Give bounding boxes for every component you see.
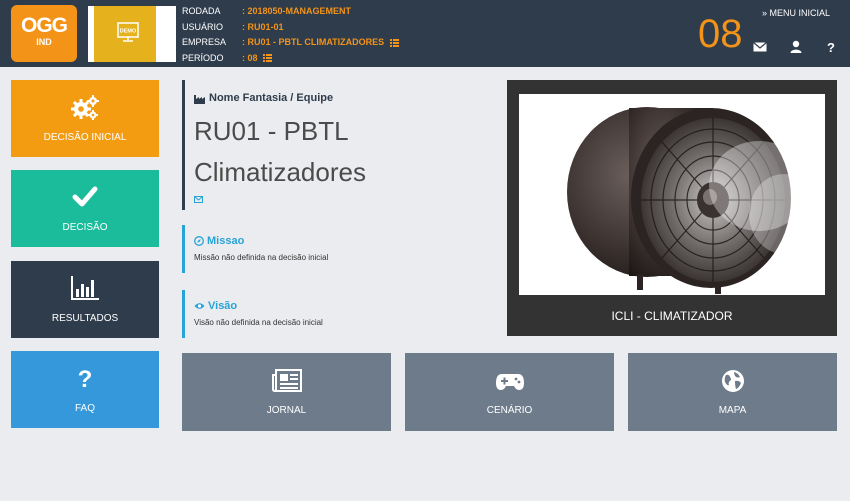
tile-jornal[interactable]: JORNAL [182,353,391,431]
tile-label: JORNAL [266,405,307,416]
user-icon[interactable] [789,40,803,54]
question-icon: ? [78,366,93,393]
vision-block: Visão Visão não definida na decisão inic… [182,290,323,338]
mission-title: Missao [207,235,245,247]
product-card[interactable]: ICLI - CLIMATIZADOR [507,80,837,336]
vision-title: Visão [208,300,238,312]
top-header: OGG IND DEMO RODADA: 2018050-MANAGEMENT … [0,0,850,67]
tile-cenario[interactable]: CENÁRIO [405,353,614,431]
tile-label: FAQ [74,403,95,414]
current-period-number: 08 [698,12,743,56]
compass-icon [194,236,204,246]
info-periodo: PERÍODO: 08 [182,51,399,67]
team-label: Nome Fantasia / Equipe [209,92,334,104]
eye-icon [194,303,205,309]
tile-resultados[interactable]: RESULTADOS [11,261,159,338]
industry-icon [194,94,205,104]
tile-faq[interactable]: ? FAQ [11,351,159,428]
newspaper-icon [271,369,302,392]
product-label: ICLI - CLIMATIZADOR [611,309,733,323]
monitor-icon: DEMO [117,22,139,42]
globe-icon [721,370,744,392]
info-usuario: USUÁRIO: RU01-01 [182,21,284,32]
tile-label: DECISÃO INICIAL [43,132,127,143]
tile-decisao[interactable]: DECISÃO [11,170,159,247]
tile-decisao-inicial[interactable]: DECISÃO INICIAL [11,80,159,157]
demo-badge: DEMO [88,6,176,62]
gears-icon [71,95,99,120]
team-block: Nome Fantasia / Equipe RU01 - PBTL Clima… [182,80,414,210]
ogg-logo[interactable]: OGG IND [11,5,77,62]
tile-label: MAPA [718,405,747,416]
email-icon[interactable] [194,196,203,203]
industrial-fan-image [519,94,825,295]
info-rodada: RODADA: 2018050-MANAGEMENT [182,6,352,16]
bar-chart-icon [71,276,99,300]
team-name: RU01 - PBTL Climatizadores [194,116,366,187]
session-info: RODADA: 2018050-MANAGEMENT USUÁRIO: RU01… [182,4,399,66]
tile-label: RESULTADOS [51,313,119,324]
help-icon[interactable]: ? [824,40,838,54]
info-empresa: EMPRESA: RU01 - PBTL CLIMATIZADORES [182,35,399,51]
list-icon[interactable] [389,38,399,47]
tile-label: DECISÃO [62,222,108,233]
tile-label: CENÁRIO [486,405,533,416]
vision-text: Visão não definida na decisão inicial [194,318,323,327]
gamepad-icon [495,374,524,390]
menu-inicial-link[interactable]: » MENU INICIAL [762,8,830,18]
svg-text:?: ? [827,40,835,54]
envelope-icon[interactable] [753,40,767,54]
demo-text: DEMO [120,29,137,35]
tile-mapa[interactable]: MAPA [628,353,837,431]
list-icon[interactable] [263,54,273,63]
check-icon [72,186,98,207]
product-image [519,94,825,295]
mission-block: Missao Missão não definida na decisão in… [182,225,328,273]
svg-text:?: ? [78,366,93,393]
mission-text: Missão não definida na decisão inicial [194,253,329,262]
